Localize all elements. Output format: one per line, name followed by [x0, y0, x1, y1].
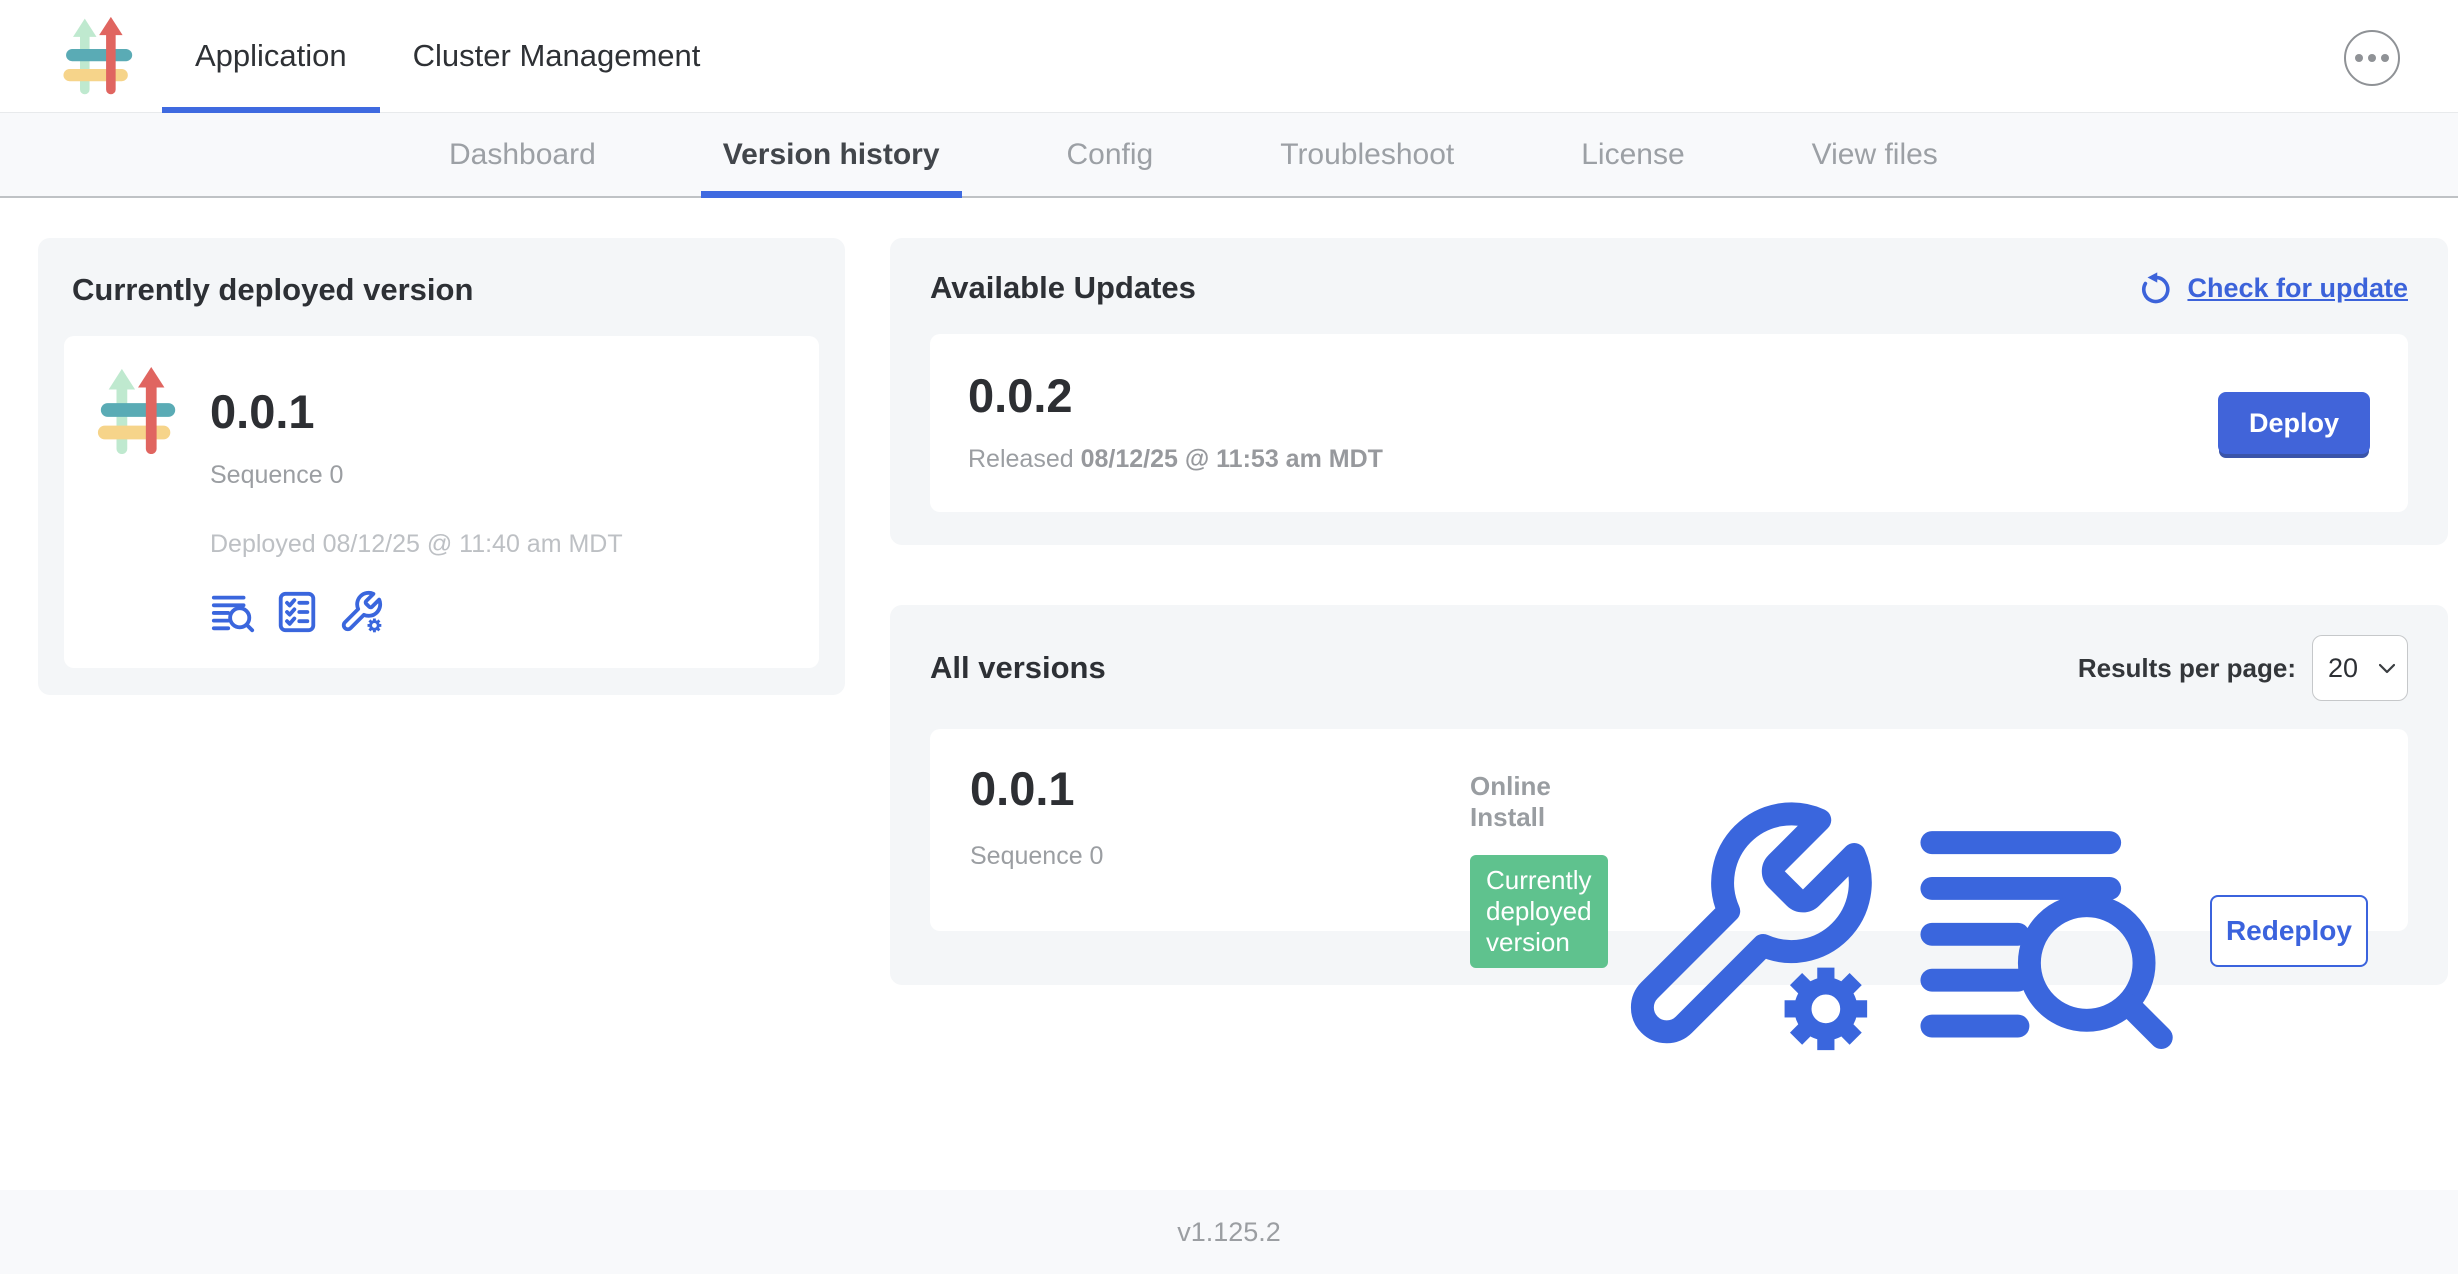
ellipsis-icon	[2355, 54, 2363, 62]
check-for-update-link[interactable]: Check for update	[2137, 270, 2408, 306]
version-history-page: Currently deployed version 0.0.1 Sequenc…	[0, 198, 2458, 1190]
available-updates-title: Available Updates	[930, 270, 1196, 306]
deployed-sequence: Sequence 0	[210, 461, 623, 490]
deployed-action-icons	[210, 589, 623, 635]
app-subnav: Dashboard Version history Config Trouble…	[0, 113, 2458, 198]
tab-application[interactable]: Application	[162, 0, 380, 112]
app-logo-icon	[94, 366, 184, 456]
subnav-config[interactable]: Config	[1067, 113, 1154, 196]
edit-config-icon[interactable]	[338, 589, 384, 635]
row-version-number: 0.0.1	[970, 765, 1470, 812]
top-navbar: Application Cluster Management	[0, 0, 2458, 113]
update-version-number: 0.0.2	[968, 372, 1383, 419]
tab-application-label: Application	[195, 38, 347, 74]
subnav-version-history[interactable]: Version history	[723, 113, 940, 196]
redeploy-button[interactable]: Redeploy	[2210, 895, 2368, 967]
subnav-license[interactable]: License	[1581, 113, 1684, 196]
console-footer: v1.125.2	[0, 1190, 2458, 1274]
version-row: 0.0.1 Sequence 0 Online Install Currentl…	[930, 729, 2408, 931]
more-options-button[interactable]	[2344, 30, 2400, 86]
preflight-checks-icon[interactable]	[274, 589, 320, 635]
tab-cluster-management[interactable]: Cluster Management	[380, 0, 734, 112]
edit-config-icon[interactable]	[1608, 791, 1883, 1071]
deployed-version-panel: 0.0.1 Sequence 0 Deployed 08/12/25 @ 11:…	[64, 336, 819, 668]
view-logs-icon[interactable]	[210, 589, 256, 635]
currently-deployed-card: Currently deployed version 0.0.1 Sequenc…	[38, 238, 845, 695]
results-per-page-select[interactable]: 20	[2312, 635, 2408, 701]
install-type-label: Online Install	[1470, 771, 1608, 833]
all-versions-card: All versions Results per page: 20 0.0.1 …	[890, 605, 2448, 985]
app-logo-icon	[60, 16, 140, 96]
right-column: Available Updates Check for update 0.0.2…	[890, 238, 2448, 1190]
chevron-down-icon	[2379, 663, 2395, 674]
view-logs-icon[interactable]	[1909, 791, 2184, 1071]
tab-cluster-management-label: Cluster Management	[413, 38, 701, 74]
subnav-troubleshoot[interactable]: Troubleshoot	[1280, 113, 1454, 196]
update-released-timestamp: Released 08/12/25 @ 11:53 am MDT	[968, 445, 1383, 474]
deployed-card-title: Currently deployed version	[72, 272, 819, 308]
row-sequence: Sequence 0	[970, 842, 1470, 871]
status-badge: Currently deployed version	[1470, 855, 1608, 968]
update-row: 0.0.2 Released 08/12/25 @ 11:53 am MDT D…	[930, 334, 2408, 512]
subnav-dashboard[interactable]: Dashboard	[449, 113, 596, 196]
deployed-version-number: 0.0.1	[210, 388, 623, 435]
deployed-timestamp: Deployed 08/12/25 @ 11:40 am MDT	[210, 530, 623, 559]
deploy-button[interactable]: Deploy	[2218, 392, 2370, 454]
console-version: v1.125.2	[1177, 1217, 1281, 1248]
refresh-icon	[2137, 270, 2173, 306]
all-versions-title: All versions	[930, 650, 1106, 686]
results-per-page-label: Results per page:	[2078, 653, 2296, 684]
available-updates-card: Available Updates Check for update 0.0.2…	[890, 238, 2448, 545]
topnav-tabs: Application Cluster Management	[162, 0, 733, 112]
subnav-view-files[interactable]: View files	[1812, 113, 1938, 196]
